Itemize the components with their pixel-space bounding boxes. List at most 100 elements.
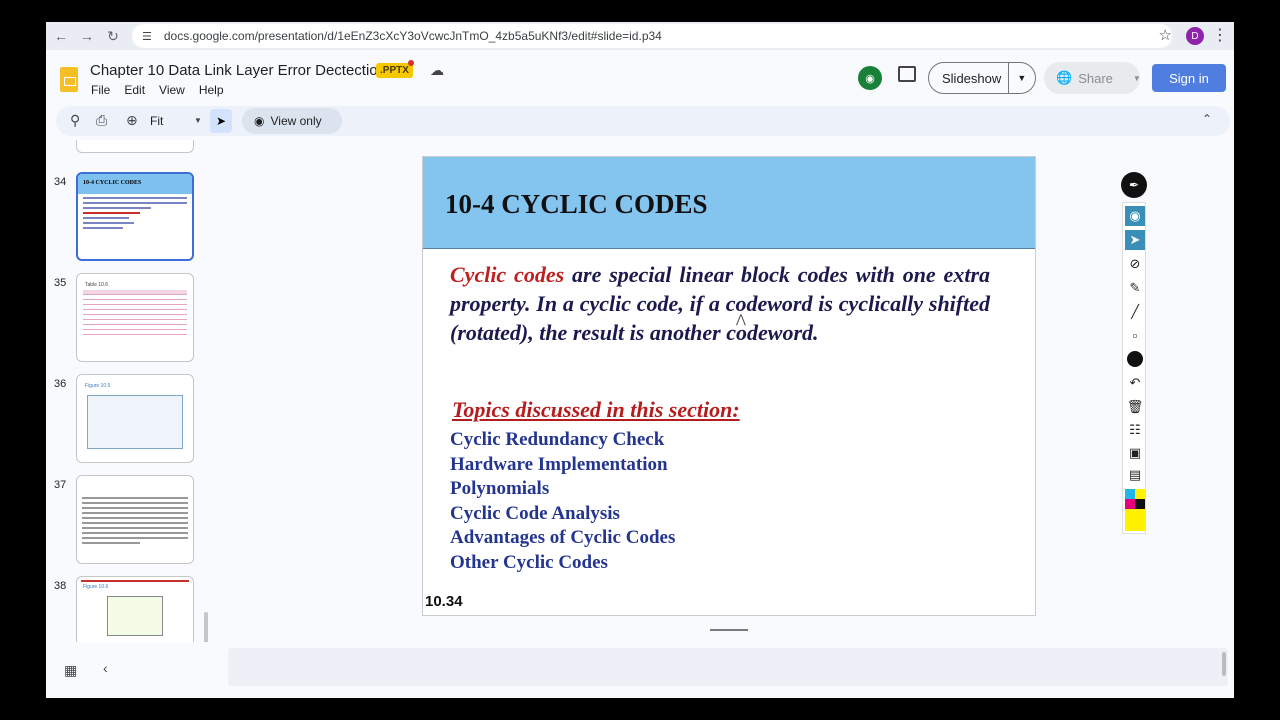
highlight-term: Cyclic codes — [450, 262, 565, 287]
reload-icon[interactable]: ↻ — [100, 23, 126, 49]
pen-tool-icon[interactable]: ✒ — [1121, 172, 1147, 198]
browser-menu-icon[interactable]: ⋮ — [1212, 25, 1228, 45]
cursor-select-icon[interactable]: ➤ — [1125, 230, 1145, 250]
menu-file[interactable]: File — [91, 83, 110, 97]
color-swatches[interactable] — [1125, 489, 1145, 531]
menu-edit[interactable]: Edit — [124, 83, 145, 97]
zoom-icon[interactable]: ⊕ — [126, 112, 138, 129]
toolbar: ⚲ ⎙ ⊕ Fit ▼ ➤ ◉ View only ⌃ — [56, 106, 1230, 136]
browser-window: ← → ↻ ☰ docs.google.com/presentation/d/1… — [46, 22, 1234, 698]
hide-pen-icon[interactable]: ⊘ — [1125, 254, 1145, 274]
filmstrip-item[interactable]: 37 — [46, 475, 214, 567]
slide-number: 38 — [54, 580, 67, 592]
slide-number: 35 — [54, 277, 67, 289]
slide-title: 10-4 CYCLIC CODES — [445, 189, 708, 219]
undo-icon[interactable]: ↶ — [1125, 373, 1145, 393]
gemini-bird-icon[interactable]: ◉ — [858, 66, 882, 90]
comments-icon[interactable] — [898, 66, 916, 82]
highlighter-icon[interactable]: ✎ — [1125, 278, 1145, 298]
slide-thumbnail[interactable] — [76, 475, 194, 564]
clipboard-icon[interactable]: ▤ — [1125, 465, 1145, 485]
globe-icon: 🌐 — [1056, 70, 1073, 85]
document-title[interactable]: Chapter 10 Data Link Layer Error Dectect… — [90, 62, 386, 79]
slide-thumbnail[interactable] — [76, 140, 194, 153]
filmstrip-scrollbar[interactable] — [204, 612, 208, 642]
thumb-title: 10-4 CYCLIC CODES — [78, 174, 192, 194]
bookmark-star-icon[interactable]: ☆ — [1159, 26, 1172, 44]
forward-icon[interactable]: → — [74, 23, 100, 49]
slide-number: 34 — [54, 176, 67, 188]
pen-line-icon[interactable]: ╱ — [1125, 302, 1145, 322]
topic-item: Cyclic Redundancy Check — [450, 429, 665, 450]
print-icon[interactable]: ⎙ — [96, 112, 107, 129]
profile-avatar[interactable]: D — [1186, 27, 1204, 45]
filmstrip-item[interactable]: 34 10-4 CYCLIC CODES — [46, 172, 214, 264]
slideshow-label: Slideshow — [942, 70, 1002, 86]
stamp-icon[interactable]: ☷ — [1125, 420, 1145, 440]
topic-item: Other Cyclic Codes — [450, 551, 608, 573]
share-label: Share — [1078, 70, 1113, 86]
zoom-select[interactable]: Fit — [150, 114, 163, 128]
grid-view-icon[interactable]: ▦ — [64, 662, 77, 679]
thumb-diagram — [87, 395, 183, 449]
slide-filmstrip[interactable]: 34 10-4 CYCLIC CODES 35 Table 10.6 36 Fi… — [46, 140, 214, 642]
menu-bar: File Edit View Help — [91, 83, 224, 97]
filmstrip-item[interactable]: 38 Figure 10.6 — [46, 576, 214, 642]
cloud-status-icon[interactable]: ☁ — [430, 62, 444, 79]
slideshow-dropdown-icon[interactable]: ▼ — [1007, 62, 1035, 94]
thumb-title: Table 10.6 — [85, 282, 109, 288]
menu-view[interactable]: View — [159, 83, 185, 97]
collapse-toolbar-icon[interactable]: ⌃ — [1202, 112, 1212, 126]
slide-canvas: 10-4 CYCLIC CODES Cyclic codes are speci… — [422, 156, 1036, 616]
badge-notification-dot — [408, 60, 414, 66]
slide-thumbnail[interactable]: Figure 10.5 — [76, 374, 194, 463]
trash-icon[interactable]: 🗑 — [1125, 397, 1145, 417]
filmstrip-item[interactable]: 36 Figure 10.5 — [46, 374, 214, 466]
slideshow-button[interactable]: Slideshow ▼ — [928, 62, 1036, 94]
site-info-icon[interactable]: ☰ — [142, 30, 152, 43]
slide-footer-number: 10.34 — [425, 593, 463, 610]
topic-item: Cyclic Code Analysis — [450, 502, 620, 524]
slide-thumbnail[interactable]: Figure 10.6 — [76, 576, 194, 642]
share-dropdown-icon: ▼ — [1132, 73, 1141, 83]
bottom-bar: ▦ ‹ — [46, 644, 1234, 698]
slide-number: 37 — [54, 479, 67, 491]
topic-item: Hardware Implementation — [450, 453, 668, 475]
topic-list: Cyclic Redundancy Check Hardware Impleme… — [450, 428, 675, 575]
slide-header-band: 10-4 CYCLIC CODES — [423, 157, 1035, 249]
sign-in-button[interactable]: Sign in — [1152, 64, 1226, 92]
url-text: docs.google.com/presentation/d/1eEnZ3cXc… — [163, 29, 662, 43]
text-cursor-icon: ⋀ — [736, 312, 746, 326]
thumb-table — [77, 290, 193, 335]
slide-thumbnail[interactable]: Table 10.6 — [76, 273, 194, 362]
pointer-tool-icon[interactable]: ➤ — [210, 109, 232, 133]
filmstrip-item[interactable] — [46, 140, 214, 156]
thumb-diagram — [107, 596, 163, 636]
share-button[interactable]: 🌐 Share ▼ — [1044, 62, 1141, 94]
resize-handle[interactable] — [710, 629, 748, 631]
topics-heading: Topics discussed in this section: — [452, 397, 740, 422]
topic-item: Advantages of Cyclic Codes — [450, 527, 676, 548]
notes-scrollbar[interactable] — [1222, 652, 1226, 676]
address-bar[interactable]: ☰ docs.google.com/presentation/d/1eEnZ3c… — [132, 24, 1172, 48]
filmstrip-item[interactable]: 35 Table 10.6 — [46, 273, 214, 365]
eye-toggle-icon[interactable]: ◉ — [1125, 206, 1145, 226]
view-only-button[interactable]: ◉ View only — [242, 108, 342, 134]
zoom-dropdown-icon[interactable]: ▼ — [194, 116, 202, 125]
file-type-badge[interactable]: .PPTX — [376, 63, 413, 78]
collapse-filmstrip-icon[interactable]: ‹ — [103, 660, 108, 676]
search-icon[interactable]: ⚲ — [70, 112, 80, 129]
eraser-icon[interactable]: ▫ — [1125, 325, 1145, 345]
slides-logo-icon[interactable] — [60, 67, 78, 92]
color-dot-icon[interactable] — [1125, 349, 1145, 369]
app-header: Chapter 10 Data Link Layer Error Dectect… — [46, 50, 1234, 102]
menu-help[interactable]: Help — [199, 83, 224, 97]
view-only-label: View only — [270, 114, 322, 128]
screenshot-icon[interactable]: ▣ — [1125, 443, 1145, 463]
annotation-palette: ◉ ➤ ⊘ ✎ ╱ ▫ ↶ 🗑 ☷ ▣ ▤ — [1122, 202, 1146, 534]
back-icon[interactable]: ← — [48, 23, 74, 49]
eye-icon: ◉ — [254, 114, 265, 128]
slide-thumbnail-active[interactable]: 10-4 CYCLIC CODES — [76, 172, 194, 261]
speaker-notes-area[interactable] — [228, 648, 1228, 686]
slide-paragraph: Cyclic codes are special linear block co… — [450, 260, 990, 347]
